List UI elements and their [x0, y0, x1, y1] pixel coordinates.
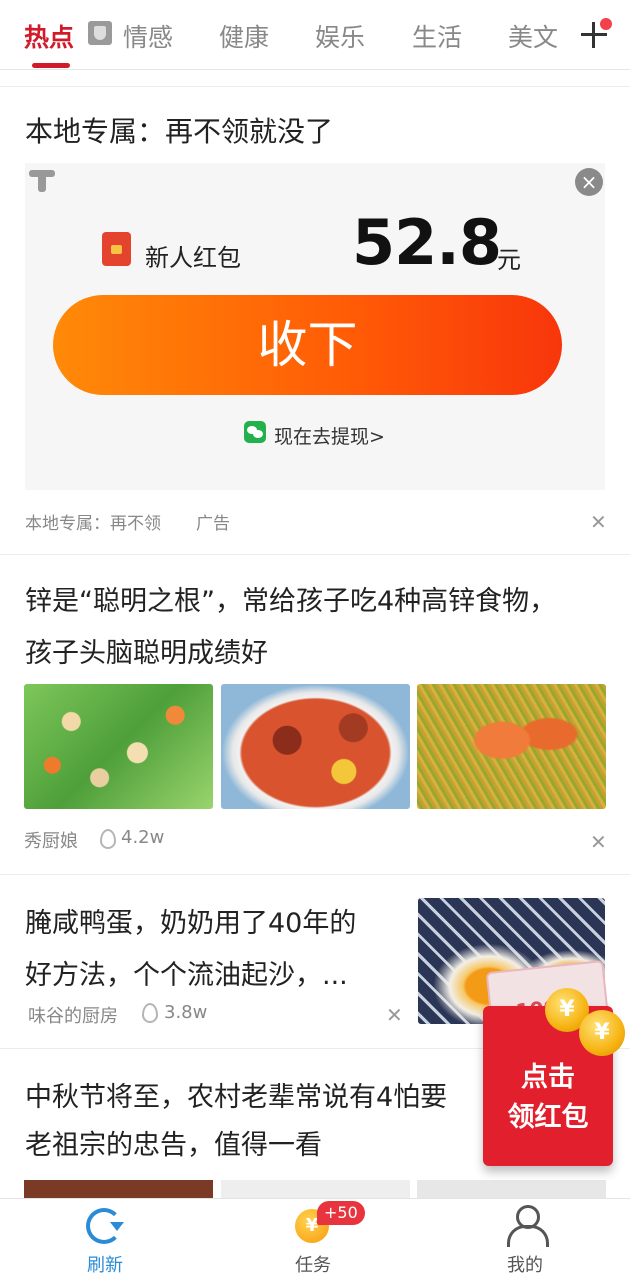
bottom-nav: 刷新 ¥ +50 任务 我的: [0, 1198, 630, 1280]
packet-label-line: 领红包: [507, 1102, 589, 1133]
ad-source: 本地专属：再不领: [25, 514, 161, 534]
tab-entertainment[interactable]: 娱乐: [315, 18, 365, 54]
user-icon: [507, 1205, 549, 1247]
floating-red-packet[interactable]: ¥ ¥ 点击 领红包: [483, 960, 625, 1166]
flame-icon: [142, 1003, 158, 1023]
nav-refresh[interactable]: 刷新: [25, 1199, 185, 1280]
red-envelope-icon: [102, 232, 131, 266]
article-thumbnail-stew[interactable]: [221, 684, 410, 809]
tab-life[interactable]: 生活: [412, 18, 462, 54]
article-title-line[interactable]: 老祖宗的忠告，值得一看: [25, 1120, 322, 1172]
nav-label: 刷新: [87, 1255, 123, 1276]
bonus-amount: 52.8: [352, 206, 502, 279]
notification-dot: [600, 18, 612, 30]
dismiss-icon[interactable]: ✕: [386, 1003, 403, 1027]
article-thumbnail[interactable]: [417, 1180, 606, 1200]
ad-tag: 广告: [196, 514, 230, 534]
article-title-line[interactable]: 中秋节将至，农村老辈常说有4怕要: [25, 1072, 447, 1124]
article-views: 3.8w: [164, 1002, 208, 1023]
packet-label-line: 点击: [521, 1062, 575, 1093]
active-tab-indicator: [32, 63, 70, 68]
article-views: 4.2w: [121, 827, 165, 848]
tab-health[interactable]: 健康: [219, 18, 269, 54]
withdraw-link[interactable]: 现在去提现>: [274, 422, 385, 449]
dismiss-icon[interactable]: ✕: [590, 510, 607, 534]
nav-label: 我的: [507, 1255, 543, 1276]
tab-hot[interactable]: 热点: [24, 18, 74, 54]
shield-icon: [88, 21, 112, 45]
divider: [0, 86, 630, 87]
article-thumbnail-celery[interactable]: [24, 684, 213, 809]
article-author: 味谷的厨房: [28, 1006, 118, 1027]
divider: [0, 874, 630, 875]
article-title-line[interactable]: 锌是“聪明之根”，常给孩子吃4种高锌食物，: [25, 576, 556, 628]
nav-mine[interactable]: 我的: [445, 1199, 605, 1280]
nav-label: 任务: [295, 1255, 331, 1276]
accept-button[interactable]: 收下: [53, 295, 562, 395]
article-title-line[interactable]: 腌咸鸭蛋，奶奶用了40年的: [25, 898, 356, 950]
article-thumbnail[interactable]: [221, 1180, 410, 1200]
tasks-badge: +50: [317, 1201, 365, 1225]
bonus-unit: 元: [497, 246, 521, 274]
channel-tabs: 热点 情感 健康 娱乐 生活 美文: [0, 0, 630, 70]
refresh-icon: [86, 1208, 124, 1244]
article-title-line[interactable]: 好方法，个个流油起沙，...: [25, 950, 348, 1002]
wechat-icon: [244, 421, 266, 443]
divider: [0, 554, 630, 555]
advertiser-logo-icon: [29, 170, 55, 192]
ad-title[interactable]: 本地专属：再不领就没了: [25, 110, 333, 150]
tab-essays[interactable]: 美文: [508, 18, 558, 54]
close-icon[interactable]: ×: [575, 168, 603, 196]
flame-icon: [100, 829, 116, 849]
article-author: 秀厨娘: [24, 831, 78, 852]
dismiss-icon[interactable]: ✕: [590, 830, 607, 854]
article-thumbnail[interactable]: [24, 1180, 213, 1200]
tab-emotion[interactable]: 情感: [123, 18, 173, 54]
nav-tasks[interactable]: ¥ +50 任务: [233, 1199, 393, 1280]
article-title-line[interactable]: 孩子头脑聪明成绩好: [25, 628, 268, 680]
coin-icon: ¥: [579, 1010, 625, 1056]
bonus-label: 新人红包: [145, 244, 241, 272]
article-thumbnail-shrimp[interactable]: [417, 684, 606, 809]
